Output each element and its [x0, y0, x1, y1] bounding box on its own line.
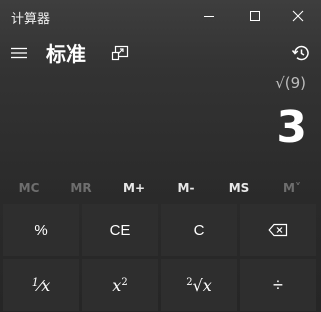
root-radicand: x — [202, 275, 212, 295]
memory-add-button[interactable]: M+ — [109, 176, 159, 200]
square-root-label: 2√x — [186, 275, 212, 295]
maximize-icon — [250, 11, 260, 21]
maximize-button[interactable] — [232, 0, 278, 32]
expression-display: √(9) — [275, 74, 306, 92]
square-exponent: 2 — [121, 276, 128, 288]
backspace-button[interactable] — [240, 204, 316, 256]
title-bar: 计算器 — [0, 0, 321, 32]
square-base: x — [112, 275, 122, 295]
reciprocal-button[interactable]: 1⁄x — [3, 259, 79, 311]
hamburger-menu-icon — [11, 47, 27, 59]
square-button[interactable]: x2 — [82, 259, 158, 311]
reciprocal-numerator: 1 — [31, 275, 39, 289]
memory-row: MC MR M+ M- MS M˅ — [0, 176, 321, 200]
minimize-button[interactable] — [186, 0, 232, 32]
mode-title: 标准 — [46, 42, 86, 66]
minimize-icon — [204, 16, 214, 17]
percent-label: % — [34, 221, 48, 239]
reciprocal-label: 1⁄x — [31, 275, 51, 295]
clear-entry-label: CE — [109, 221, 131, 239]
app-title: 计算器 — [11, 12, 51, 27]
clear-label: C — [193, 221, 205, 239]
keep-on-top-icon — [111, 45, 129, 61]
clear-entry-button[interactable]: CE — [82, 204, 158, 256]
close-button[interactable] — [275, 0, 321, 32]
memory-list-button[interactable]: M˅ — [267, 176, 317, 200]
memory-subtract-button[interactable]: M- — [161, 176, 211, 200]
keep-on-top-button[interactable] — [108, 42, 132, 64]
calculator-window: 计算器 标准 √(9) 3 MC MR M+ M- MS M˅ % CE C 1… — [0, 0, 321, 312]
keypad: % CE C 1⁄x x2 2√x ÷ — [3, 204, 319, 312]
memory-store-button[interactable]: MS — [214, 176, 264, 200]
close-icon — [292, 10, 304, 22]
percent-button[interactable]: % — [3, 204, 79, 256]
history-icon — [291, 45, 309, 61]
reciprocal-denominator: x — [41, 275, 51, 295]
result-display: 3 — [276, 102, 307, 153]
divide-button[interactable]: ÷ — [240, 259, 316, 311]
navigation-menu-button[interactable] — [6, 40, 32, 66]
memory-recall-button[interactable]: MR — [56, 176, 106, 200]
divide-label: ÷ — [273, 274, 283, 295]
square-label: x2 — [112, 276, 127, 295]
square-root-button[interactable]: 2√x — [161, 259, 237, 311]
backspace-icon — [268, 223, 288, 237]
memory-clear-button[interactable]: MC — [4, 176, 54, 200]
clear-button[interactable]: C — [161, 204, 237, 256]
history-button[interactable] — [288, 40, 314, 66]
